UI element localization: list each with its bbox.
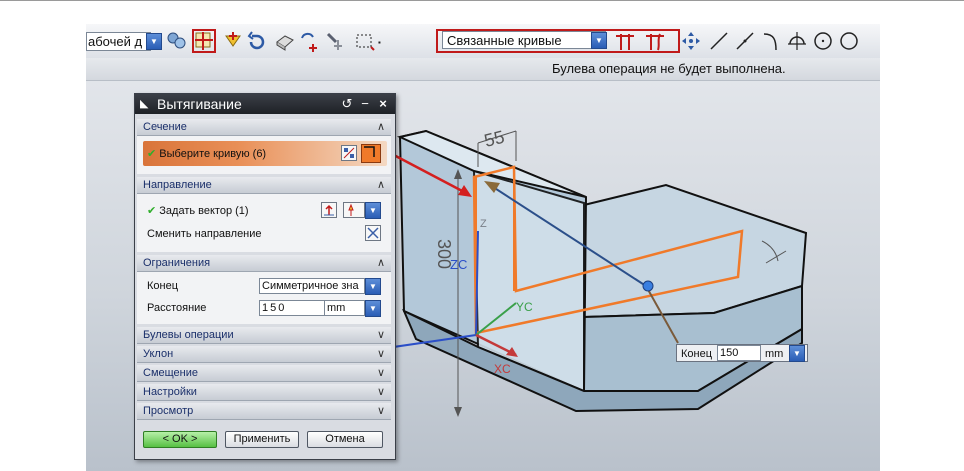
offset-header-label: Смещение — [143, 367, 199, 379]
extrude-dialog: ◣ Вытягивание ↺ − × Сечение ∧ ✔ Выберите… — [134, 93, 396, 460]
direction-header-label: Направление — [143, 179, 212, 191]
line-point-icon[interactable] — [734, 30, 756, 52]
axis-yc-label: YC — [516, 300, 533, 314]
top-border-line — [0, 0, 964, 1]
arc-icon[interactable] — [760, 30, 782, 52]
arc-center-icon[interactable] — [786, 30, 808, 52]
reset-icon[interactable]: ↺ — [339, 96, 355, 112]
preview-header-label: Просмотр — [143, 405, 194, 417]
main-toolbar: абочей д ▼ ▪ Связанные кривые ▼ — [86, 24, 880, 59]
onscreen-end-label: Конец — [681, 348, 713, 360]
vector-type-dropdown-button[interactable]: ▼ — [365, 202, 381, 219]
select-body-icon[interactable] — [274, 30, 296, 52]
draft-header-label: Уклон — [143, 348, 174, 360]
curve-rule-dropdown-button[interactable]: ▼ — [591, 32, 607, 49]
undo-arrow-icon[interactable] — [246, 30, 268, 52]
draft-header[interactable]: Уклон ∨ — [137, 346, 391, 363]
select-curve-label: ✔ Выберите кривую (6) — [147, 148, 267, 160]
cancel-button[interactable]: Отмена — [307, 431, 383, 448]
check-icon: ✔ — [147, 205, 160, 217]
chevron-down-icon[interactable]: ∨ — [377, 365, 385, 381]
onscreen-end-input: Конец 150 mm ▼ — [676, 344, 808, 362]
distance-input[interactable]: 150 — [259, 300, 325, 316]
status-strip: Булева операция не будет выполнена. — [86, 58, 880, 81]
preview-header[interactable]: Просмотр ∨ — [137, 403, 391, 420]
distance-unit-dropdown-button[interactable]: ▼ — [365, 300, 381, 317]
follow-fillet-icon[interactable] — [644, 30, 666, 52]
check-icon: ✔ — [147, 148, 160, 160]
reverse-direction-button[interactable] — [365, 225, 381, 241]
axis-xc-label: XC — [494, 362, 511, 376]
curve-select-button[interactable] — [361, 144, 381, 163]
boolean-header[interactable]: Булевы операции ∨ — [137, 327, 391, 344]
dimension-300-arrow-bottom — [454, 407, 462, 417]
axis-zc-label: ZC — [450, 257, 467, 272]
chevron-down-icon[interactable]: ∨ — [377, 384, 385, 400]
chevron-down-icon[interactable]: ∨ — [377, 403, 385, 419]
ellipse-icon[interactable] — [838, 30, 860, 52]
point-filter-icon[interactable] — [222, 30, 244, 52]
snap-point-icon[interactable] — [193, 30, 215, 52]
specify-vector-label: ✔ Задать вектор (1) — [147, 205, 249, 217]
vector-type-button[interactable] — [343, 202, 365, 218]
direction-header[interactable]: Направление ∧ — [137, 177, 391, 194]
apply-button[interactable]: Применить — [225, 431, 299, 448]
section-header[interactable]: Сечение ∧ — [137, 119, 391, 136]
chevron-down-icon[interactable]: ∨ — [377, 346, 385, 362]
limits-header[interactable]: Ограничения ∧ — [137, 255, 391, 272]
chevron-up-icon[interactable]: ∧ — [377, 255, 385, 271]
redo-point-icon[interactable] — [298, 30, 320, 52]
work-layer-dropdown-button[interactable]: ▼ — [146, 33, 162, 50]
rectangle-select-chevron-icon[interactable]: ▪ — [378, 38, 381, 47]
rectangle-select-icon[interactable] — [354, 30, 376, 52]
close-icon[interactable]: × — [375, 96, 391, 112]
onscreen-end-unit[interactable]: mm — [765, 346, 783, 362]
axis-z-small-label: Z — [480, 218, 487, 230]
dialog-collapse-arrow-icon[interactable]: ◣ — [140, 94, 148, 114]
assembly-icon[interactable] — [166, 30, 188, 52]
settings-header[interactable]: Настройки ∨ — [137, 384, 391, 401]
chevron-up-icon[interactable]: ∧ — [377, 119, 385, 135]
distance-label: Расстояние — [147, 302, 207, 314]
settings-header-label: Настройки — [143, 386, 197, 398]
offset-header[interactable]: Смещение ∨ — [137, 365, 391, 382]
vector-handle[interactable] — [642, 280, 654, 292]
end-option-dropdown-button[interactable]: ▼ — [365, 278, 381, 295]
dimension-55-text: 55 — [482, 127, 506, 151]
vector-dialog-button[interactable] — [321, 202, 337, 218]
move-point-icon[interactable] — [680, 30, 702, 52]
circle-icon[interactable] — [812, 30, 834, 52]
onscreen-end-dropdown-button[interactable]: ▼ — [789, 345, 805, 362]
stop-at-intersection-icon[interactable] — [614, 30, 636, 52]
onscreen-end-value-input[interactable]: 150 — [717, 345, 761, 361]
boolean-header-label: Булевы операции — [143, 329, 234, 341]
chevron-down-icon[interactable]: ∨ — [377, 327, 385, 343]
ok-button[interactable]: < OK > — [143, 431, 217, 448]
dialog-title-bar[interactable]: ◣ Вытягивание ↺ − × — [135, 94, 395, 114]
work-layer-combo[interactable]: абочей д — [86, 32, 151, 51]
section-header-label: Сечение — [143, 121, 187, 133]
end-option-select[interactable]: Симметричное зна — [259, 278, 365, 294]
end-label: Конец — [147, 280, 179, 292]
status-message: Булева операция не будет выполнена. — [552, 61, 786, 76]
dialog-title: Вытягивание — [157, 96, 242, 112]
select-curve-row[interactable]: ✔ Выберите кривую (6) — [143, 141, 387, 166]
limits-header-label: Ограничения — [143, 257, 211, 269]
sketch-section-button[interactable] — [341, 145, 357, 161]
reverse-direction-label: Сменить направление — [147, 228, 262, 240]
minimize-icon[interactable]: − — [357, 96, 373, 112]
curve-rule-combo[interactable]: Связанные кривые — [442, 31, 606, 49]
distance-unit-select[interactable]: mm — [325, 300, 365, 316]
line-icon[interactable] — [708, 30, 730, 52]
direction-body: ✔ Задать вектор (1) ▼ Сменить направлени… — [137, 194, 391, 252]
snap-arrow-icon[interactable] — [324, 30, 346, 52]
limits-body: Конец Симметричное зна ▼ Расстояние 150 … — [137, 272, 391, 324]
chevron-up-icon[interactable]: ∧ — [377, 177, 385, 193]
